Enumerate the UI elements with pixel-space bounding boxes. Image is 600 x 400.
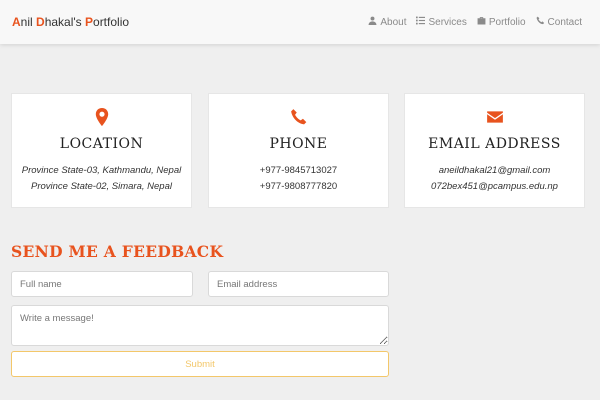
map-marker-icon bbox=[93, 108, 111, 126]
email-line: aneildhakal21@gmail.com bbox=[438, 165, 551, 176]
card-title: EMAIL ADDRESS bbox=[428, 136, 561, 152]
brand-initial-d: D bbox=[36, 15, 45, 29]
brand-text-1: nil bbox=[20, 15, 37, 29]
nav-item-portfolio[interactable]: Portfolio bbox=[477, 16, 526, 28]
user-icon bbox=[368, 16, 377, 28]
card-title: LOCATION bbox=[59, 136, 144, 152]
brand-logo[interactable]: Anil Dhakal's Portfolio bbox=[12, 15, 129, 29]
email-card: EMAIL ADDRESS aneildhakal21@gmail.com 07… bbox=[404, 93, 585, 208]
nav-item-about[interactable]: About bbox=[368, 16, 406, 28]
phone-number: +977-9845713027 bbox=[259, 165, 338, 176]
phone-icon bbox=[290, 108, 308, 126]
card-title: PHONE bbox=[269, 136, 328, 152]
nav-label: Contact bbox=[547, 16, 582, 28]
brand-initial-a: A bbox=[12, 15, 21, 29]
navbar: Anil Dhakal's Portfolio About Services P… bbox=[0, 0, 600, 44]
message-textarea[interactable] bbox=[11, 305, 389, 346]
location-line: Province State-03, Kathmandu, Nepal bbox=[21, 165, 182, 176]
submit-button[interactable]: Submit bbox=[11, 351, 389, 377]
brand-initial-p: P bbox=[85, 15, 94, 29]
feedback-title: SEND ME A FEEDBACK bbox=[11, 242, 224, 261]
envelope-icon bbox=[486, 108, 504, 126]
nav-item-services[interactable]: Services bbox=[416, 16, 467, 28]
location-card: LOCATION Province State-03, Kathmandu, N… bbox=[11, 93, 192, 208]
nav-label: About bbox=[380, 16, 407, 28]
phone-number: +977-9808777820 bbox=[259, 181, 338, 192]
list-icon bbox=[416, 16, 426, 28]
full-name-input[interactable] bbox=[11, 271, 193, 297]
email-line: 072bex451@pcampus.edu.np bbox=[431, 181, 558, 192]
nav-label: Portfolio bbox=[488, 16, 526, 28]
phone-icon bbox=[536, 16, 545, 28]
nav-label: Services bbox=[428, 16, 467, 28]
location-line: Province State-02, Simara, Nepal bbox=[31, 181, 172, 192]
nav-item-contact[interactable]: Contact bbox=[536, 16, 582, 28]
brand-text-2: hakal's bbox=[44, 15, 85, 29]
email-input[interactable] bbox=[208, 271, 389, 297]
phone-card: PHONE +977-9845713027 +977-9808777820 bbox=[208, 93, 389, 208]
nav-menu: About Services Portfolio Contact bbox=[368, 16, 582, 28]
briefcase-icon bbox=[477, 16, 486, 28]
brand-text-3: ortfolio bbox=[93, 15, 130, 29]
